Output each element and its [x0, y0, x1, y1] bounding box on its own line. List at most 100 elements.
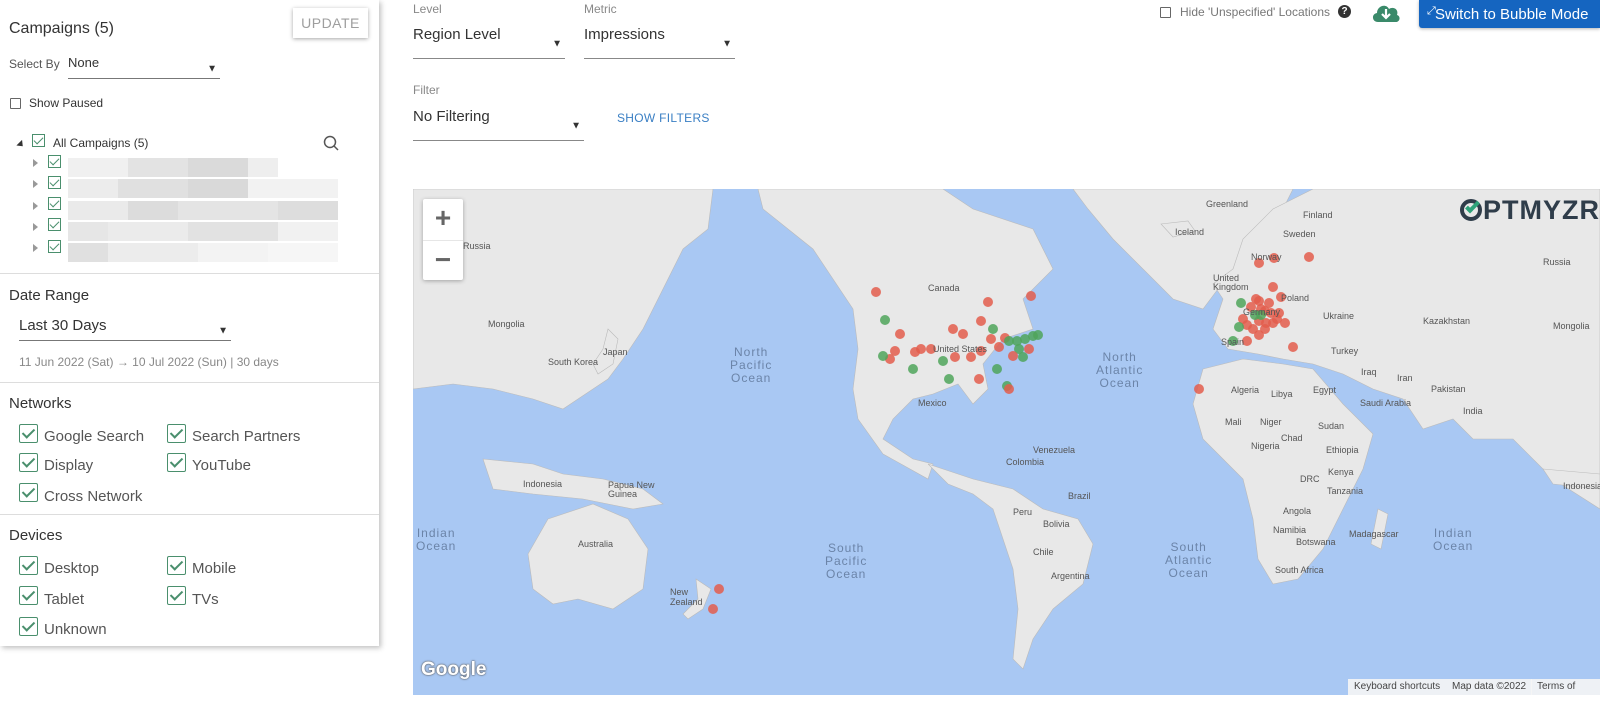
collapse-tree-icon[interactable] — [16, 139, 26, 150]
update-button[interactable]: UPDATE — [293, 8, 368, 38]
map-label-tanzania: Tanzania — [1327, 486, 1364, 496]
device-unknown-checkbox[interactable] — [19, 617, 38, 636]
dropdown-arrow-icon: ▼ — [207, 63, 217, 75]
ocean-label-indian-e: Indian Ocean — [1433, 526, 1474, 553]
filter-dropdown[interactable]: No Filtering ▼ — [413, 108, 584, 141]
map-marker-green[interactable] — [1018, 352, 1028, 362]
map-marker-red[interactable] — [895, 329, 905, 339]
map-marker-red[interactable] — [1194, 384, 1204, 394]
map-marker-red[interactable] — [1268, 282, 1278, 292]
map-marker-green[interactable] — [938, 356, 948, 366]
ocean-label-indian-w: Indian Ocean — [416, 526, 457, 553]
select-by-dropdown[interactable]: None ▼ — [68, 55, 220, 79]
select-by-value: None — [68, 55, 100, 70]
map-label-algeria: Algeria — [1231, 385, 1260, 395]
network-cross-network-checkbox[interactable] — [19, 483, 38, 502]
map-label-mexico: Mexico — [918, 398, 947, 408]
map-marker-red[interactable] — [948, 324, 958, 334]
divider — [0, 273, 379, 274]
show-filters-link[interactable]: SHOW FILTERS — [617, 111, 710, 125]
expand-row-icon[interactable] — [33, 159, 38, 167]
device-desktop-checkbox[interactable] — [19, 556, 38, 575]
map-label-egypt: Egypt — [1313, 385, 1337, 395]
map-marker-red[interactable] — [1254, 330, 1264, 340]
map-marker-red[interactable] — [1004, 384, 1014, 394]
expand-row-icon[interactable] — [33, 223, 38, 231]
network-search-partners-checkbox[interactable] — [167, 424, 186, 443]
map-label-brazil: Brazil — [1068, 491, 1091, 501]
device-tablet-label: Tablet — [44, 591, 85, 608]
map-marker-red[interactable] — [1008, 351, 1018, 361]
map-marker-green[interactable] — [1033, 330, 1043, 340]
campaign-checkbox[interactable] — [48, 240, 61, 253]
map-marker-green[interactable] — [988, 324, 998, 334]
show-paused-label: Show Paused — [29, 96, 104, 110]
metric-dropdown[interactable]: Impressions ▼ — [584, 26, 735, 59]
network-youtube-checkbox[interactable] — [167, 453, 186, 472]
level-dropdown[interactable]: Region Level ▼ — [413, 26, 565, 59]
date-range-detail: 11 Jun 2022 (Sat) → 10 Jul 2022 (Sun) | … — [19, 355, 279, 369]
help-icon[interactable]: ? — [1338, 5, 1351, 18]
map-label-namibia: Namibia — [1273, 525, 1307, 535]
map-marker-layer — [708, 252, 1314, 614]
switch-to-bubble-mode-button[interactable]: ⤢ Switch to Bubble Mode — [1419, 0, 1600, 28]
terms-of-use-link[interactable]: Terms of Use — [1531, 679, 1600, 695]
map-marker-red[interactable] — [994, 342, 1004, 352]
all-campaigns-checkbox[interactable] — [32, 134, 45, 147]
map-marker-red[interactable] — [983, 297, 993, 307]
expand-row-icon[interactable] — [33, 244, 38, 252]
map-label-germany: Germany — [1243, 307, 1281, 317]
network-google-search-checkbox[interactable] — [19, 424, 38, 443]
zoom-out-button[interactable]: − — [423, 240, 463, 280]
map-marker-red[interactable] — [986, 334, 996, 344]
map-label-kenya: Kenya — [1328, 467, 1354, 477]
map-marker-green[interactable] — [944, 374, 954, 384]
map-marker-red[interactable] — [974, 374, 984, 384]
map-label-united-states: United States — [933, 344, 988, 354]
map-label-finland: Finland — [1303, 210, 1333, 220]
map-marker-green[interactable] — [878, 351, 888, 361]
map-marker-red[interactable] — [958, 329, 968, 339]
select-by-label: Select By — [9, 57, 60, 71]
map-marker-green[interactable] — [992, 364, 1002, 374]
date-range-dropdown[interactable]: Last 30 Days ▼ — [19, 317, 231, 341]
campaign-checkbox[interactable] — [48, 155, 61, 168]
expand-row-icon[interactable] — [33, 202, 38, 210]
map-marker-green[interactable] — [1004, 336, 1014, 346]
map-marker-red[interactable] — [1254, 296, 1264, 306]
map-marker-red[interactable] — [1280, 318, 1290, 328]
network-display-checkbox[interactable] — [19, 453, 38, 472]
campaign-checkbox[interactable] — [48, 197, 61, 210]
dropdown-arrow-icon: ▼ — [552, 38, 562, 50]
expand-row-icon[interactable] — [33, 180, 38, 188]
map-label-colombia: Colombia — [1006, 457, 1045, 467]
map-marker-red[interactable] — [916, 344, 926, 354]
search-icon[interactable] — [323, 135, 339, 151]
map-label-libya: Libya — [1271, 389, 1293, 399]
world-map[interactable]: Russia Mongolia Japan South Korea Indone… — [413, 189, 1600, 695]
device-desktop-label: Desktop — [44, 560, 100, 577]
device-tvs-checkbox[interactable] — [167, 586, 186, 605]
map-marker-red[interactable] — [871, 287, 881, 297]
map-marker-green[interactable] — [908, 364, 918, 374]
map-marker-green[interactable] — [880, 315, 890, 325]
map-marker-green[interactable] — [1234, 322, 1244, 332]
map-label-australia: Australia — [578, 539, 614, 549]
logo-wordmark: PTMYZR — [1483, 195, 1600, 225]
keyboard-shortcuts-link[interactable]: Keyboard shortcuts — [1348, 679, 1447, 695]
show-paused-checkbox[interactable] — [10, 98, 21, 109]
download-cloud-icon[interactable] — [1370, 0, 1402, 24]
zoom-in-button[interactable]: + — [423, 199, 463, 239]
map-marker-red[interactable] — [1288, 342, 1298, 352]
map-marker-red[interactable] — [714, 584, 724, 594]
map-marker-red[interactable] — [1026, 291, 1036, 301]
redacted-campaign-name — [68, 243, 338, 262]
campaign-checkbox[interactable] — [48, 218, 61, 231]
hide-unspecified-checkbox[interactable] — [1160, 7, 1171, 18]
map-marker-red[interactable] — [1024, 344, 1034, 354]
map-marker-red[interactable] — [1304, 252, 1314, 262]
map-marker-red[interactable] — [976, 316, 986, 326]
campaign-checkbox[interactable] — [48, 176, 61, 189]
device-mobile-checkbox[interactable] — [167, 556, 186, 575]
device-tablet-checkbox[interactable] — [19, 586, 38, 605]
